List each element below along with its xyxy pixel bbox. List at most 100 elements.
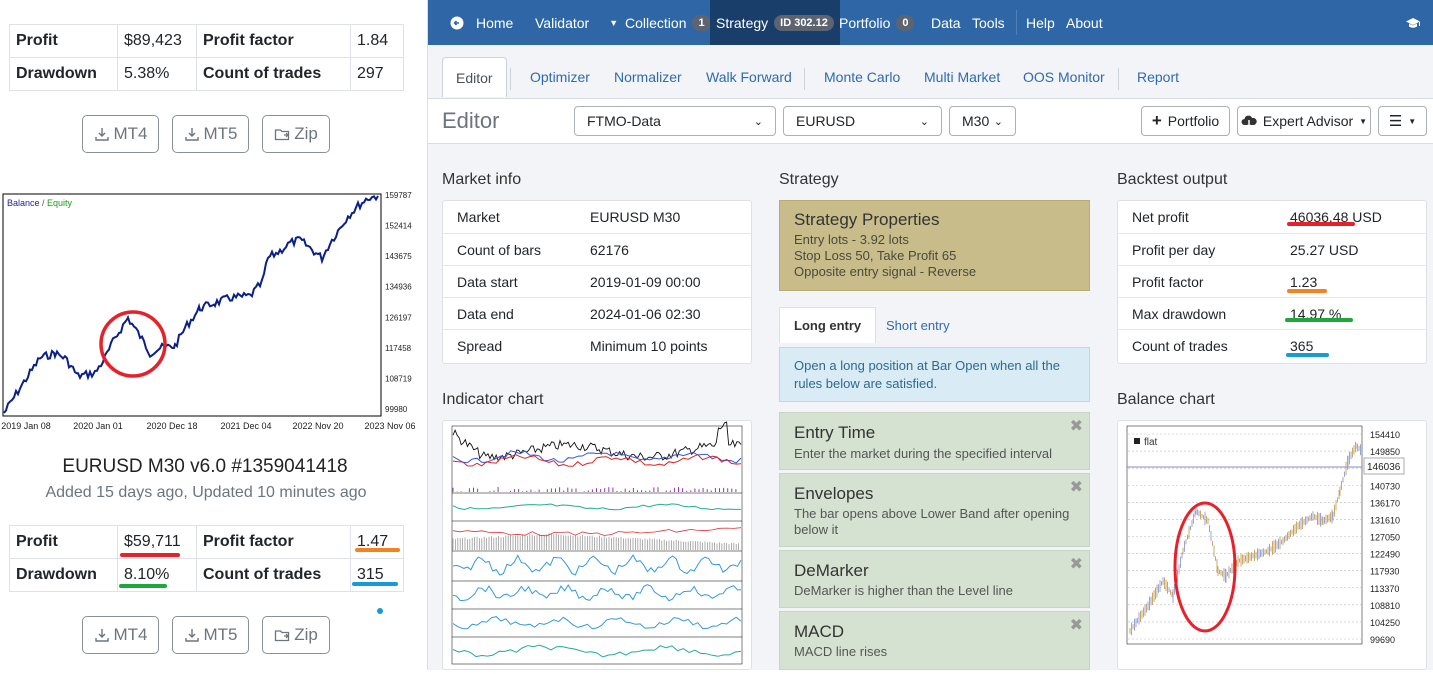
nav-validator[interactable]: Validator ▼ (535, 0, 618, 45)
rule-description: Enter the market during the specified in… (794, 446, 1052, 461)
nav-tools[interactable]: Tools (972, 0, 1005, 45)
tab-short-entry[interactable]: Short entry (886, 307, 950, 343)
tab-label: Report (1137, 69, 1180, 85)
download-zip-button[interactable]: Zip (262, 616, 330, 654)
row-value: 365 (1290, 337, 1314, 354)
download-zip-button[interactable]: Zip (262, 115, 330, 153)
expert-advisor-button[interactable]: Expert Advisor ▼ (1237, 106, 1371, 136)
rule-demarker[interactable]: DeMarker DeMarker is higher than the Lev… (779, 550, 1090, 608)
strategy-properties-card[interactable]: Strategy Properties Entry lots - 3.92 lo… (779, 200, 1090, 291)
balance-chart: 154410 149850 140730 136170 131610 127050 1224… (1126, 425, 1405, 645)
nav-divider (1016, 10, 1017, 35)
portfolio-count-badge: 0 (896, 14, 915, 31)
nav-about[interactable]: About (1066, 0, 1103, 45)
tab-multi-market[interactable]: Multi Market (924, 57, 1000, 97)
button-label: MT5 (203, 625, 238, 644)
rule-title: DeMarker (794, 561, 869, 580)
chevron-down-icon: ⌄ (993, 115, 1003, 128)
menu-button[interactable]: ☰ ▼ (1378, 106, 1427, 136)
strategy-subtitle: Added 15 days ago, Updated 10 minutes ag… (45, 484, 367, 501)
row-value: 62176 (590, 241, 629, 258)
close-icon[interactable]: ✖ (1070, 416, 1083, 436)
rule-entry-time[interactable]: Entry Time Enter the market during the s… (779, 412, 1090, 470)
nav-portfolio[interactable]: Portfolio 0 (839, 0, 915, 45)
list-item: Data start 2019-01-09 00:00 (443, 265, 751, 297)
property-line: Opposite entry signal - Reverse (794, 264, 977, 279)
y-tick-label: 113370 (1370, 584, 1399, 594)
nav-collection[interactable]: Collection 1 (625, 0, 711, 45)
y-tick-label: 122490 (1370, 550, 1400, 560)
rule-title: MACD (794, 622, 845, 641)
strategy-properties-details: Entry lots - 3.92 lots Stop Loss 50, Tak… (794, 232, 976, 280)
nav-label: Collection (625, 14, 687, 31)
nav-help[interactable]: Help (1026, 0, 1055, 45)
timeframe-select[interactable]: M30 ⌄ (949, 106, 1016, 136)
tab-report[interactable]: Report (1137, 57, 1179, 97)
nav-strategy[interactable]: Strategy ID 302.12 (710, 0, 840, 45)
close-icon[interactable]: ✖ (1070, 477, 1083, 497)
page-title: Editor (442, 108, 500, 133)
green-underline (1285, 318, 1353, 322)
stat-label: Profit (9, 24, 118, 58)
tab-normalizer[interactable]: Normalizer (614, 57, 682, 97)
nav-label: Data (931, 14, 961, 31)
x-tick-label: 2023 Nov 06 (364, 421, 415, 431)
y-tick-label: 152414 (385, 222, 412, 231)
y-tick-label: 104250 (1370, 618, 1400, 628)
list-item: Profit per day 25.27 USD (1118, 233, 1426, 265)
symbol-select[interactable]: EURUSD ⌄ (783, 106, 942, 136)
button-label: Zip (294, 625, 318, 644)
graduation-cap-icon[interactable] (1405, 0, 1421, 45)
rule-macd[interactable]: MACD MACD line rises ✖ (779, 611, 1090, 670)
button-label: Expert Advisor (1262, 113, 1354, 129)
button-label: MT5 (203, 124, 238, 143)
indicator-chart-panel (442, 420, 752, 670)
stat-value: 1.84 (350, 24, 404, 58)
market-info-title: Market info (442, 171, 522, 188)
button-label: Portfolio (1167, 113, 1220, 129)
rule-title: Entry Time (794, 423, 876, 442)
row-value: Minimum 10 points (590, 337, 708, 354)
add-to-portfolio-button[interactable]: + Portfolio (1141, 106, 1230, 136)
select-value: M30 (962, 113, 990, 129)
close-icon[interactable]: ✖ (1070, 554, 1083, 574)
legend-equity: Equity (47, 198, 73, 208)
folder-icon (275, 129, 290, 141)
download-mt5-button[interactable]: MT5 (172, 616, 249, 654)
nav-home[interactable]: Home (450, 0, 513, 45)
strategy-properties-title: Strategy Properties (794, 210, 940, 229)
rule-envelopes[interactable]: Envelopes The bar opens above Lower Band… (779, 473, 1090, 547)
row-key: Market (457, 209, 500, 225)
stat-label: Drawdown (9, 57, 118, 91)
tab-oos-monitor[interactable]: OOS Monitor (1023, 57, 1105, 97)
editor-toolbar: Editor FTMO-Data ⌄ EURUSD ⌄ M30 ⌄ + Port… (428, 98, 1433, 144)
tab-long-entry[interactable]: Long entry (779, 307, 877, 343)
chart-frame (2, 193, 382, 417)
backtest-output-title: Backtest output (1117, 171, 1228, 188)
download-icon (94, 629, 109, 642)
y-tick-label: 99980 (385, 405, 408, 414)
y-tick-label: 127050 (1370, 533, 1400, 543)
download-mt4-button[interactable]: MT4 (82, 616, 159, 654)
tab-optimizer[interactable]: Optimizer (530, 57, 590, 97)
stat-label: Profit (9, 525, 118, 559)
list-item: Net profit 46036.48 USD (1118, 201, 1426, 233)
backtest-output-panel: Net profit 46036.48 USD Profit per day 25.… (1117, 200, 1427, 364)
tab-monte-carlo[interactable]: Monte Carlo (824, 57, 900, 97)
download-mt5-button[interactable]: MT5 (172, 115, 249, 153)
list-item: Count of trades 365 (1118, 329, 1426, 361)
y-tick-label: 108810 (1370, 601, 1400, 611)
tab-walk-forward[interactable]: Walk Forward (706, 57, 792, 97)
list-item: Profit factor 1.23 (1118, 265, 1426, 297)
data-source-select[interactable]: FTMO-Data ⌄ (574, 106, 776, 136)
balance-chart-panel: 154410 149850 140730 136170 131610 127050 1224… (1117, 420, 1427, 670)
blue-underline (352, 582, 398, 586)
tab-editor[interactable]: Editor (442, 57, 507, 97)
close-icon[interactable]: ✖ (1070, 615, 1083, 635)
stat-value: 315 (350, 558, 404, 592)
nav-data[interactable]: Data (931, 0, 961, 45)
top-navbar: Home Validator ▼ Collection 1 Strategy I… (428, 0, 1433, 45)
download-mt4-button[interactable]: MT4 (82, 115, 159, 153)
orange-underline (1287, 289, 1327, 293)
x-tick-label: 2020 Dec 18 (146, 421, 197, 431)
